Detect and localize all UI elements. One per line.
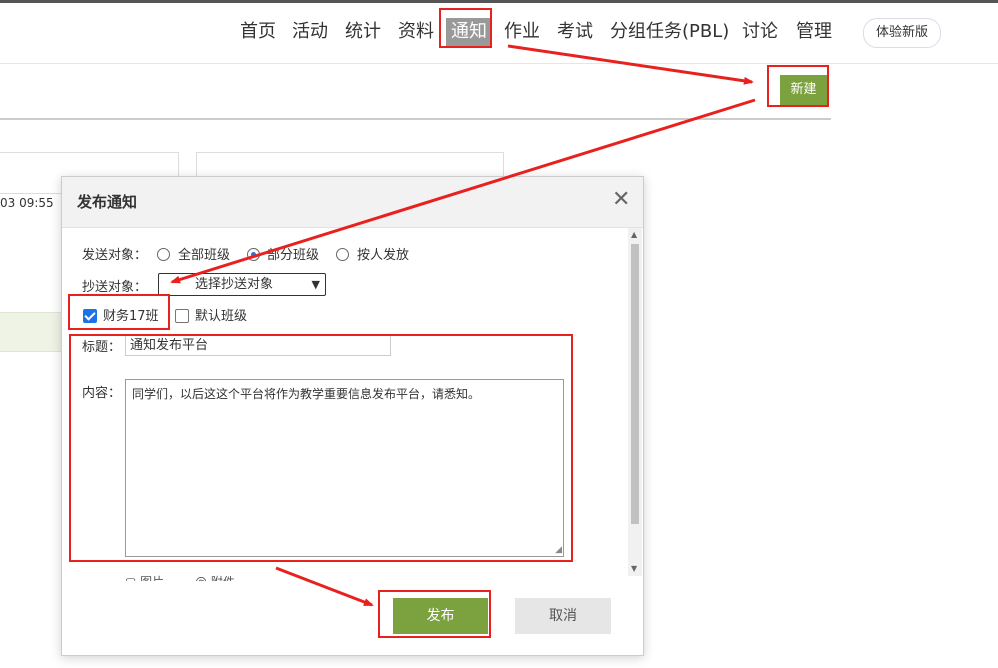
arrow-to-new-button <box>507 44 754 85</box>
arrow-to-publish-button <box>275 566 374 607</box>
arrow-to-class-selection <box>170 98 756 284</box>
annotation-arrows <box>170 44 756 607</box>
